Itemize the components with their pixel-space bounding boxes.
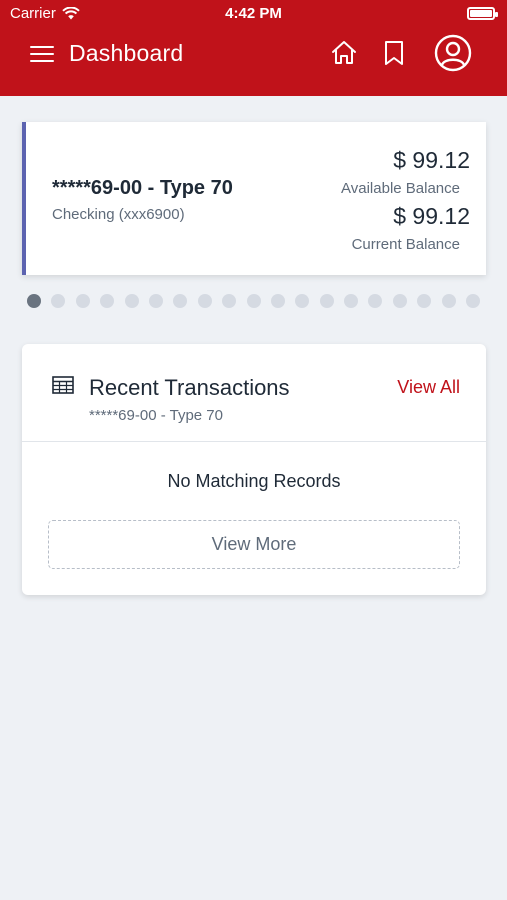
page-dot[interactable] (124, 294, 139, 308)
page-dot[interactable] (51, 294, 66, 308)
page-dot[interactable] (319, 294, 334, 308)
navigation-bar: Dashboard (0, 28, 507, 96)
view-all-link[interactable]: View All (397, 377, 460, 398)
page-dot[interactable] (441, 294, 456, 308)
menu-icon[interactable] (30, 43, 54, 65)
table-icon (52, 376, 74, 394)
page-dot[interactable] (246, 294, 261, 308)
page-dot[interactable] (75, 294, 90, 308)
account-name: *****69-00 - Type 70 (52, 177, 233, 199)
page-dot[interactable] (417, 294, 432, 308)
home-icon[interactable] (330, 39, 358, 67)
current-balance: $ 99.12 (393, 203, 470, 229)
available-balance: $ 99.12 (393, 147, 470, 173)
available-balance-label: Available Balance (341, 180, 460, 197)
divider (22, 441, 486, 442)
page-dot[interactable] (27, 294, 41, 308)
transactions-title: Recent Transactions (89, 375, 290, 400)
status-time: 4:42 PM (225, 5, 282, 22)
bookmark-icon[interactable] (383, 39, 405, 67)
page-title: Dashboard (69, 40, 184, 66)
account-type: Checking (xxx6900) (52, 206, 185, 223)
account-card[interactable]: *****69-00 - Type 70 Checking (xxx6900) … (22, 122, 486, 275)
battery-icon (467, 7, 498, 20)
page-dot[interactable] (270, 294, 285, 308)
page-dot[interactable] (222, 294, 237, 308)
page-dot[interactable] (368, 294, 383, 308)
recent-transactions-card: Recent Transactions *****69-00 - Type 70… (22, 344, 486, 595)
transactions-account: *****69-00 - Type 70 (89, 407, 223, 424)
page-dot[interactable] (466, 294, 481, 308)
empty-message: No Matching Records (167, 471, 341, 491)
page-dot[interactable] (392, 294, 407, 308)
profile-icon[interactable] (434, 34, 472, 72)
app-header: Carrier 4:42 PM Dashboard (0, 0, 507, 96)
current-balance-label: Current Balance (351, 236, 460, 253)
view-more-button[interactable]: View More (48, 520, 460, 569)
page-dot[interactable] (197, 294, 212, 308)
page-dot[interactable] (344, 294, 359, 308)
status-bar: Carrier 4:42 PM (0, 0, 507, 28)
page-indicator[interactable] (27, 294, 481, 310)
page-dot[interactable] (148, 294, 163, 308)
page-dot[interactable] (100, 294, 115, 308)
page-dot[interactable] (295, 294, 310, 308)
page-dot[interactable] (173, 294, 188, 308)
